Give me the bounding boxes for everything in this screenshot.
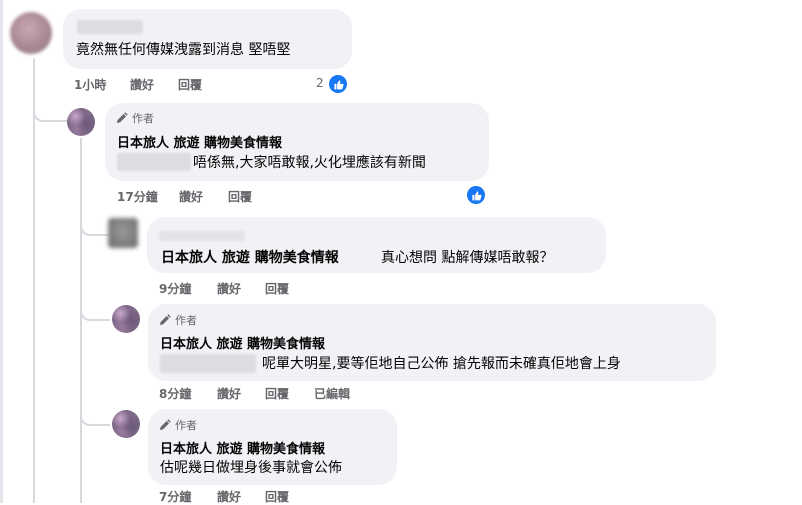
avatar[interactable] bbox=[10, 12, 52, 54]
like-thumb-icon[interactable] bbox=[329, 75, 347, 93]
comment-time[interactable]: 17分鐘 bbox=[117, 188, 158, 205]
comment-time[interactable]: 7分鐘 bbox=[159, 488, 191, 505]
thread-line-main bbox=[33, 58, 35, 503]
reply-link[interactable]: 回覆 bbox=[228, 188, 252, 205]
comment-text: 呢單大明星,要等佢地自己公佈 搶先報而未確真佢地會上身 bbox=[262, 356, 621, 372]
avatar[interactable] bbox=[67, 108, 95, 136]
author-label: 作者 bbox=[175, 419, 197, 432]
author-label: 作者 bbox=[132, 112, 154, 125]
reply-link[interactable]: 回覆 bbox=[265, 280, 289, 297]
author-name[interactable]: 日本旅人 旅遊 購物美食情報 bbox=[160, 438, 325, 457]
comment-time[interactable]: 1小時 bbox=[74, 76, 106, 93]
like-link[interactable]: 讚好 bbox=[130, 76, 154, 93]
author-label: 作者 bbox=[175, 314, 197, 327]
like-link[interactable]: 讚好 bbox=[217, 385, 241, 402]
author-badge: 作者 bbox=[159, 312, 197, 328]
avatar[interactable] bbox=[112, 410, 140, 438]
thread-connector bbox=[80, 410, 110, 426]
pencil-icon bbox=[160, 314, 171, 325]
reply-link[interactable]: 回覆 bbox=[178, 76, 202, 93]
comment-bubble: 竟然無任何傳媒洩露到消息 堅唔堅 bbox=[63, 9, 352, 69]
comment-time[interactable]: 9分鐘 bbox=[159, 280, 191, 297]
redacted-name bbox=[77, 20, 143, 34]
page-edge bbox=[0, 0, 3, 503]
reaction-count[interactable]: 2 bbox=[316, 76, 324, 90]
thread-line-nested bbox=[80, 138, 82, 503]
comment-bubble: 日本旅人 旅遊 購物美食情報 真心想問 點解傳媒唔敢報？ bbox=[147, 217, 606, 273]
redacted-mention bbox=[117, 153, 191, 171]
comment-text: 唔係無,大家唔敢報,火化埋應該有新聞 bbox=[193, 155, 426, 171]
author-name[interactable]: 日本旅人 旅遊 購物美食情報 bbox=[160, 333, 325, 352]
like-link[interactable]: 讚好 bbox=[217, 280, 241, 297]
author-badge: 作者 bbox=[116, 110, 154, 126]
redacted-mention bbox=[160, 354, 256, 373]
like-link[interactable]: 讚好 bbox=[217, 488, 241, 505]
comment-bubble: 作者 日本旅人 旅遊 購物美食情報 估呢幾日做埋身後事就會公佈 bbox=[148, 409, 397, 485]
thread-connector bbox=[80, 305, 110, 321]
edited-label[interactable]: 已編輯 bbox=[314, 385, 350, 402]
pencil-icon bbox=[160, 419, 171, 430]
redacted-name bbox=[159, 231, 245, 241]
avatar[interactable] bbox=[108, 218, 138, 248]
mention-name[interactable]: 日本旅人 旅遊 購物美食情報 bbox=[161, 247, 339, 267]
avatar[interactable] bbox=[112, 305, 140, 333]
author-badge: 作者 bbox=[159, 417, 197, 433]
comment-bubble: 作者 日本旅人 旅遊 購物美食情報 唔係無,大家唔敢報,火化埋應該有新聞 bbox=[105, 103, 489, 181]
author-name[interactable]: 日本旅人 旅遊 購物美食情報 bbox=[117, 132, 282, 151]
reply-link[interactable]: 回覆 bbox=[265, 488, 289, 505]
comment-text: 真心想問 點解傳媒唔敢報？ bbox=[381, 250, 554, 266]
pencil-icon bbox=[117, 112, 128, 123]
like-thumb-icon[interactable] bbox=[467, 186, 485, 204]
comment-time[interactable]: 8分鐘 bbox=[159, 385, 191, 402]
comment-text: 估呢幾日做埋身後事就會公佈 bbox=[160, 460, 342, 476]
thread-connector bbox=[33, 106, 69, 122]
like-link[interactable]: 讚好 bbox=[179, 188, 203, 205]
comment-bubble: 作者 日本旅人 旅遊 購物美食情報 呢單大明星,要等佢地自己公佈 搶先報而未確真… bbox=[148, 304, 716, 381]
comment-text: 竟然無任何傳媒洩露到消息 堅唔堅 bbox=[76, 42, 291, 58]
reply-link[interactable]: 回覆 bbox=[265, 385, 289, 402]
